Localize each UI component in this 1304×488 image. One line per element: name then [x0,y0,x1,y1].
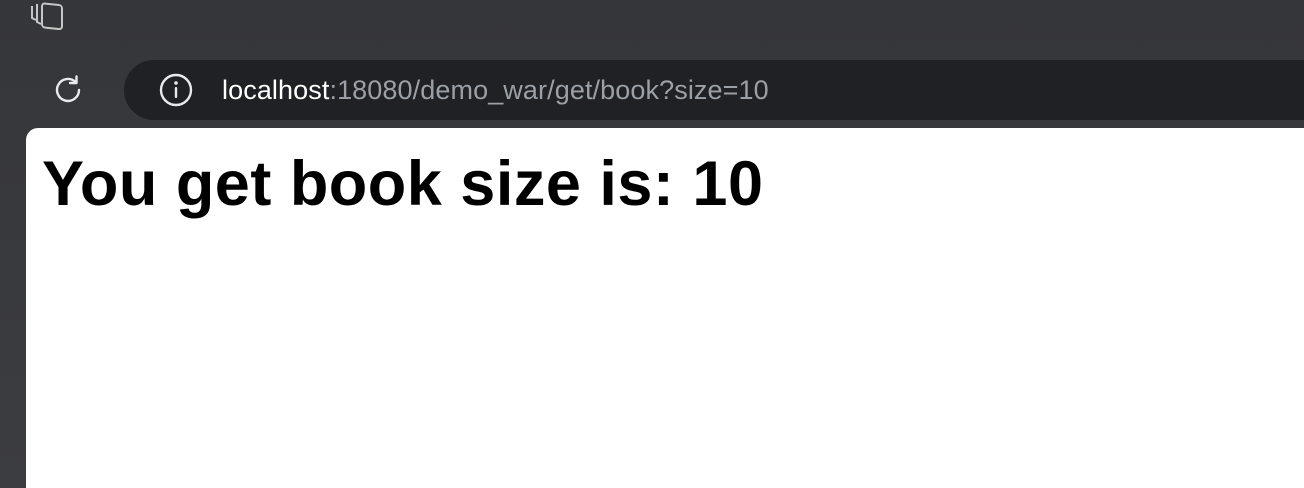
url-path: :18080/demo_war/get/book?size=10 [329,74,769,105]
reload-icon [55,75,81,103]
url-host: localhost [222,74,330,105]
url-text[interactable]: localhost:18080/demo_war/get/book?size=1… [222,75,769,106]
page-content: You get book size is: 10 [26,128,1304,488]
info-icon[interactable] [158,72,194,108]
browser-window: localhost:18080/demo_war/get/book?size=1… [0,0,1304,488]
reload-button[interactable] [40,64,96,116]
tab-strip [0,0,1304,44]
address-bar[interactable]: localhost:18080/demo_war/get/book?size=1… [124,60,1304,120]
browser-toolbar: localhost:18080/demo_war/get/book?size=1… [0,58,1304,122]
page-heading: You get book size is: 10 [42,149,764,219]
tab-groups-icon[interactable] [30,0,66,31]
